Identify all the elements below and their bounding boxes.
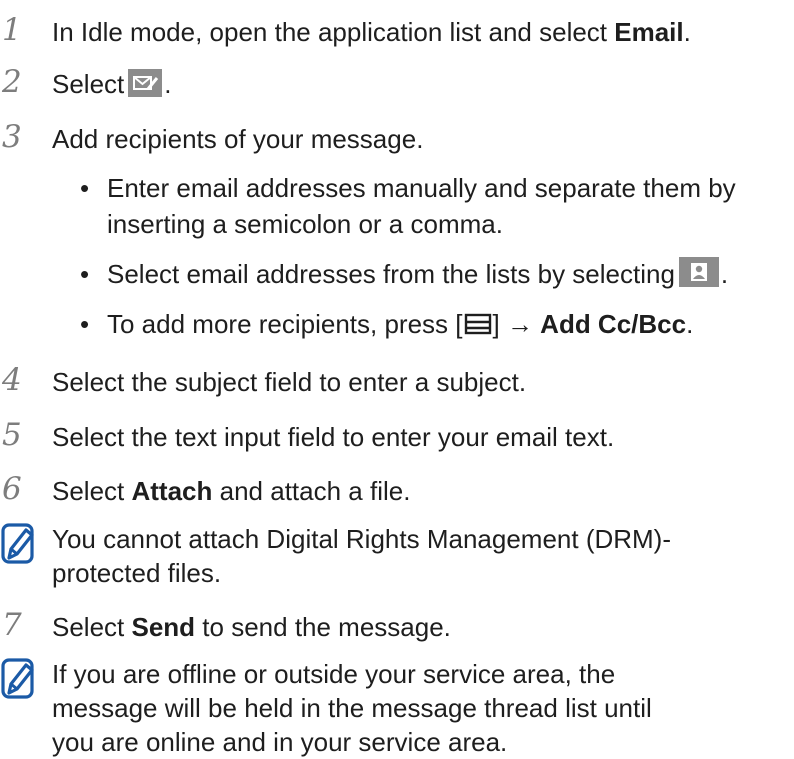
bullet-marker: •	[80, 309, 90, 339]
instruction-page: 1 In Idle mode, open the application lis…	[0, 12, 736, 757]
step-text: Select Send to send the message.	[52, 612, 451, 642]
add-cc-bcc-label: Add Cc/Bcc	[540, 309, 687, 339]
contact-icon	[678, 257, 719, 296]
step-text: Select Attach and attach a file.	[52, 476, 411, 506]
step-number: 4	[2, 362, 22, 398]
step-number: 2	[2, 64, 22, 100]
note-icon	[0, 522, 36, 571]
step-text: Select the subject field to enter a subj…	[52, 367, 527, 397]
step-number: 5	[2, 417, 22, 453]
email-label: Email	[614, 17, 684, 47]
step-text: Select.	[52, 66, 172, 106]
attach-label: Attach	[131, 476, 213, 506]
step-number: 3	[2, 119, 22, 155]
step-number: 6	[2, 471, 22, 507]
send-label: Send	[131, 612, 196, 642]
step-number: 1	[2, 12, 22, 48]
bullet-marker: •	[80, 173, 90, 203]
menu-key-icon	[464, 308, 492, 344]
step-number: 7	[2, 607, 22, 643]
note-icon	[0, 657, 36, 706]
step-text: Select the text input field to enter you…	[52, 422, 615, 452]
step-text: In Idle mode, open the application list …	[52, 17, 691, 47]
compose-email-icon	[128, 69, 163, 106]
step-text: Add recipients of your message.	[52, 124, 424, 154]
bullet-marker: •	[80, 259, 90, 289]
